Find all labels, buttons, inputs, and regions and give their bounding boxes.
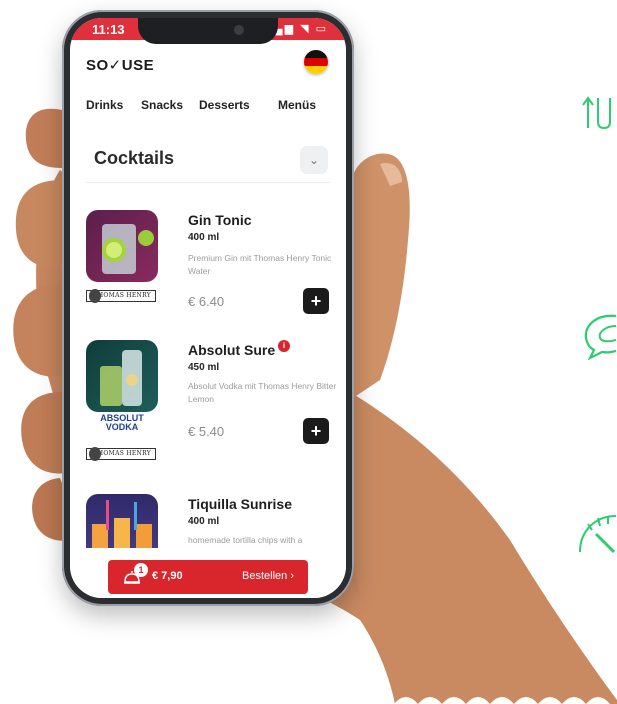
item-volume: 400 ml [188, 516, 220, 527]
item-image-absolut-sure[interactable] [86, 340, 158, 412]
thomas-henry-tag: THOMAS HENRY [86, 447, 156, 461]
cart-footer: 1 € 7,90 Bestellen › [70, 548, 346, 598]
gin-tonic-glass-icon [102, 224, 154, 274]
item-image-gin-tonic[interactable] [86, 210, 158, 282]
order-button[interactable]: 1 € 7,90 Bestellen › [108, 560, 308, 594]
item-price: € 5.40 [188, 424, 225, 439]
chevron-down-icon: ⌄ [308, 153, 320, 167]
vodka-bottle-icon [100, 350, 142, 406]
cart-count-badge: 1 [134, 563, 148, 577]
item-price: € 6.40 [188, 294, 225, 309]
brand-logo[interactable]: SO✓USE [86, 56, 154, 74]
nav-item-snacks[interactable]: Snacks [141, 98, 183, 112]
item-volume: 450 ml [188, 362, 220, 373]
vodka-tag-line2: VODKA [105, 422, 139, 432]
item-description: Absolut Vodka mit Thomas Henry Bitter Le… [188, 381, 337, 404]
thomas-henry-tag: THOMAS HENRY [86, 289, 156, 303]
item-description: Premium Gin mit Thomas Henry Tonic Water [188, 253, 332, 276]
phone-notch [138, 18, 278, 44]
wave-decoration [370, 697, 617, 704]
nav-item-desserts[interactable]: Desserts [199, 98, 250, 112]
info-icon[interactable]: i [278, 340, 290, 352]
item-name-gin-tonic[interactable]: Gin Tonic [188, 212, 252, 228]
section-title: Cocktails [94, 148, 175, 168]
cart-total: € 7,90 [152, 570, 183, 582]
phone-screen: 11:13 ▂▄▆ ◥ ▭ SO✓USE Drinks Snacks Desse… [70, 18, 346, 598]
absolut-vodka-tag: ABSOLUT VODKA [94, 414, 150, 432]
add-to-cart-button[interactable]: + [303, 418, 329, 444]
category-nav: Drinks Snacks Desserts Menüs [86, 98, 332, 114]
add-to-cart-button[interactable]: + [303, 288, 329, 314]
nav-item-drinks[interactable]: Drinks [86, 98, 123, 112]
collapse-button[interactable]: ⌄ [300, 146, 328, 174]
item-name-tiquilla-sunrise[interactable]: Tiquilla Sunrise [188, 496, 292, 512]
nav-item-menus[interactable]: Menüs [278, 98, 316, 112]
german-flag-icon[interactable] [304, 50, 328, 74]
item-volume: 400 ml [188, 232, 220, 243]
camera-icon [234, 25, 244, 35]
order-label: Bestellen › [242, 570, 294, 582]
item-description: homemade tortilla chips with a [188, 535, 303, 545]
item-name-absolut-sure[interactable]: Absolut Sure [188, 342, 275, 358]
chat-bubble-icon [584, 314, 616, 360]
section-divider [86, 182, 330, 183]
arrows-up-down-icon [582, 96, 611, 130]
status-time: 11:13 [92, 22, 125, 37]
speedometer-icon [579, 515, 616, 554]
